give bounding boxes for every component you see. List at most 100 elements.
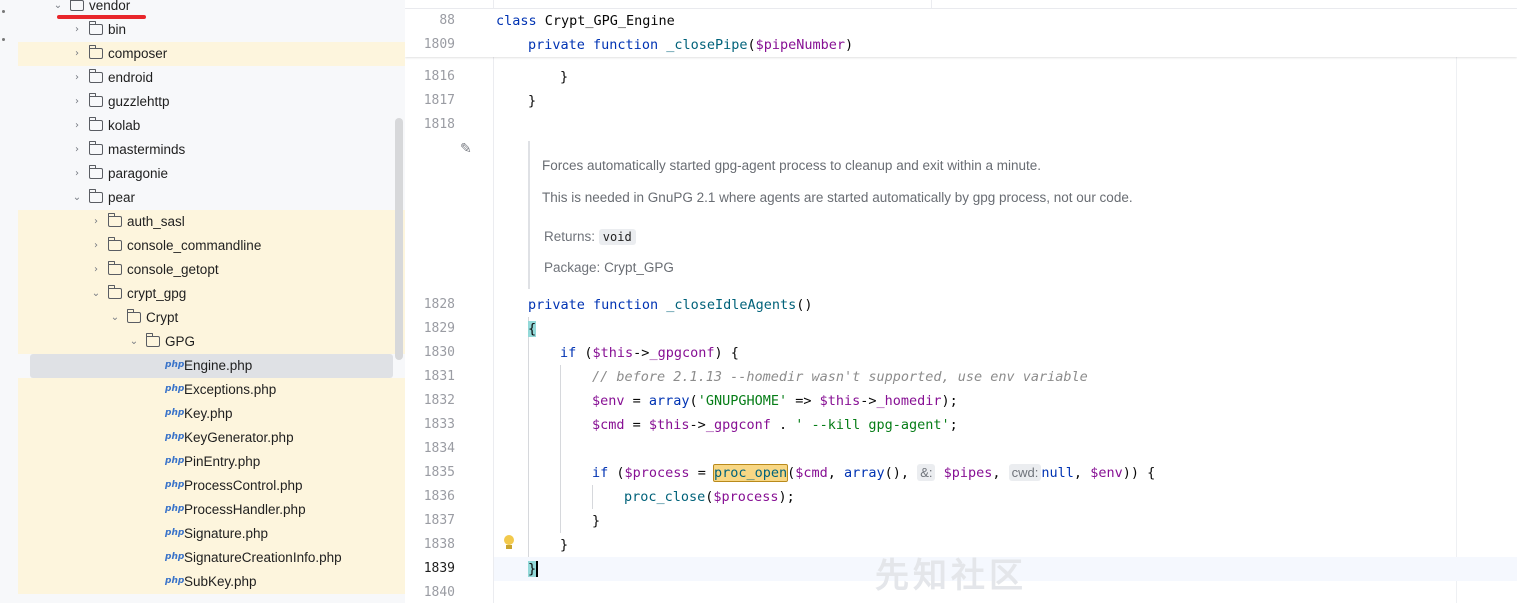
tree-item-bin[interactable]: › bin — [18, 18, 405, 42]
code-line[interactable]: } — [560, 65, 568, 89]
tree-item-label: endroid — [108, 70, 154, 85]
tree-item-endroid[interactable]: › endroid — [18, 66, 405, 90]
chevron-right-icon[interactable]: › — [71, 42, 83, 66]
code-line[interactable]: if ($this->_gpgconf) { — [560, 341, 739, 365]
tree-item-label: ProcessControl.php — [184, 478, 303, 493]
punctuation: (), — [884, 465, 918, 481]
doc-detail: This is needed in GnuPG 2.1 where agents… — [542, 190, 1133, 205]
tree-item-processhandler-php[interactable]: php ProcessHandler.php — [18, 498, 405, 522]
lightbulb-icon[interactable] — [502, 535, 516, 553]
tree-item-gpg[interactable]: ⌄ GPG — [18, 330, 405, 354]
sticky-function-line[interactable]: private function _closePipe($pipeNumber) — [528, 33, 853, 57]
parameter-hint: cwd: — [1008, 464, 1042, 481]
tree-item-console-getopt[interactable]: › console_getopt — [18, 258, 405, 282]
chevron-right-icon[interactable]: › — [71, 66, 83, 90]
code-line[interactable]: $env = array('GNUPGHOME' => $this->_home… — [592, 389, 958, 413]
tree-item-exceptions-php[interactable]: php Exceptions.php — [18, 378, 405, 402]
folder-icon — [88, 21, 103, 35]
chevron-right-icon[interactable]: › — [71, 18, 83, 42]
folder-icon — [107, 237, 122, 251]
variable: $process — [624, 465, 690, 481]
tree-item-label: kolab — [108, 118, 141, 133]
tree-item-subkey-php[interactable]: php SubKey.php — [18, 570, 405, 594]
line-number: 1835 — [423, 465, 455, 480]
code-line[interactable]: { — [528, 317, 537, 341]
folder-icon — [126, 309, 141, 323]
variable: $this — [592, 345, 634, 361]
tab-divider — [931, 0, 932, 8]
code-line[interactable]: $cmd = $this->_gpgconf . ' --kill gpg-ag… — [592, 413, 958, 437]
code-line[interactable]: } — [528, 557, 539, 581]
variable: $cmd — [592, 417, 625, 433]
tree-item-crypt[interactable]: ⌄ Crypt — [18, 306, 405, 330]
tree-item-pinentry-php[interactable]: php PinEntry.php — [18, 450, 405, 474]
folder-icon — [88, 69, 103, 83]
doc-summary: Forces automatically started gpg-agent p… — [542, 158, 1042, 173]
chevron-right-icon[interactable]: › — [71, 90, 83, 114]
code-line[interactable]: } — [528, 89, 536, 113]
code-line[interactable]: } — [592, 509, 600, 533]
punctuation: ; — [949, 417, 958, 433]
indent-guide — [592, 485, 593, 509]
line-number: 1837 — [423, 513, 455, 528]
tree-item-guzzlehttp[interactable]: › guzzlehttp — [18, 90, 405, 114]
chevron-right-icon[interactable]: › — [71, 114, 83, 138]
chevron-right-icon[interactable]: › — [71, 162, 83, 186]
folder-icon — [88, 189, 103, 203]
chevron-right-icon[interactable]: › — [71, 138, 83, 162]
code-line[interactable]: } — [560, 533, 568, 557]
code-line[interactable]: private function _closeIdleAgents() — [528, 293, 813, 317]
line-number: 1840 — [423, 585, 455, 600]
tree-item-console-commandline[interactable]: › console_commandline — [18, 234, 405, 258]
tree-item-crypt-gpg[interactable]: ⌄ crypt_gpg — [18, 282, 405, 306]
tree-item-signaturecreationinfo-php[interactable]: php SignatureCreationInfo.php — [18, 546, 405, 570]
tree-item-engine-php[interactable]: php Engine.php — [30, 354, 393, 378]
tree-item-signature-php[interactable]: php Signature.php — [18, 522, 405, 546]
tree-item-keygenerator-php[interactable]: php KeyGenerator.php — [18, 426, 405, 450]
tree-item-processcontrol-php[interactable]: php ProcessControl.php — [18, 474, 405, 498]
punctuation: , — [992, 465, 1009, 481]
variable: $env — [1090, 465, 1123, 481]
folder-icon — [88, 93, 103, 107]
punctuation: , — [827, 465, 845, 481]
tree-item-kolab[interactable]: › kolab — [18, 114, 405, 138]
chevron-right-icon[interactable]: › — [90, 234, 102, 258]
package-label: Package: — [544, 260, 601, 275]
variable: $pipeNumber — [755, 37, 846, 53]
code-editor[interactable]: 88 class Crypt_GPG_Engine 1809 private f… — [405, 0, 1517, 603]
line-number: 1836 — [423, 489, 455, 504]
sticky-lines-header[interactable]: 88 class Crypt_GPG_Engine 1809 private f… — [405, 9, 1517, 57]
tree-item-key-php[interactable]: php Key.php — [18, 402, 405, 426]
pencil-icon[interactable]: ✎ — [460, 140, 478, 158]
function-name: _closePipe — [666, 37, 748, 53]
chevron-right-icon[interactable]: › — [90, 258, 102, 282]
variable: $this — [819, 393, 861, 409]
chevron-down-icon[interactable]: ⌄ — [128, 330, 140, 354]
line-number: 1833 — [423, 417, 455, 432]
parameter-hint: &: — [917, 464, 936, 481]
punctuation: )) { — [1122, 465, 1156, 481]
tree-item-auth-sasl[interactable]: › auth_sasl — [18, 210, 405, 234]
tree-item-pear[interactable]: ⌄ pear — [18, 186, 405, 210]
code-comment[interactable]: // before 2.1.13 --homedir wasn't suppor… — [592, 365, 1088, 389]
code-line[interactable]: if ($process = proc_open($cmd, array(), … — [592, 461, 1155, 485]
chevron-down-icon[interactable]: ⌄ — [71, 186, 83, 210]
tree-item-label: Key.php — [184, 406, 233, 421]
tree-item-composer[interactable]: › composer — [18, 42, 405, 66]
project-tree[interactable]: ⌄ vendor › bin › composer › endroid › guzzlehttp ›… — [18, 0, 405, 603]
indent-guide — [528, 317, 529, 557]
tree-item-label: Exceptions.php — [184, 382, 277, 397]
chevron-down-icon[interactable]: ⌄ — [90, 282, 102, 306]
project-tree-scrollbar[interactable] — [395, 118, 403, 360]
sticky-class-line[interactable]: class Crypt_GPG_Engine — [496, 9, 675, 33]
property: _homedir — [876, 393, 942, 409]
line-number: 1838 — [423, 537, 455, 552]
punctuation: () — [796, 297, 813, 313]
chevron-right-icon[interactable]: › — [90, 210, 102, 234]
folder-icon — [88, 165, 103, 179]
tree-item-paragonie[interactable]: › paragonie — [18, 162, 405, 186]
code-line[interactable]: proc_close($process); — [624, 485, 795, 509]
line-number: 1829 — [423, 321, 455, 336]
chevron-down-icon[interactable]: ⌄ — [109, 306, 121, 330]
tree-item-masterminds[interactable]: › masterminds — [18, 138, 405, 162]
